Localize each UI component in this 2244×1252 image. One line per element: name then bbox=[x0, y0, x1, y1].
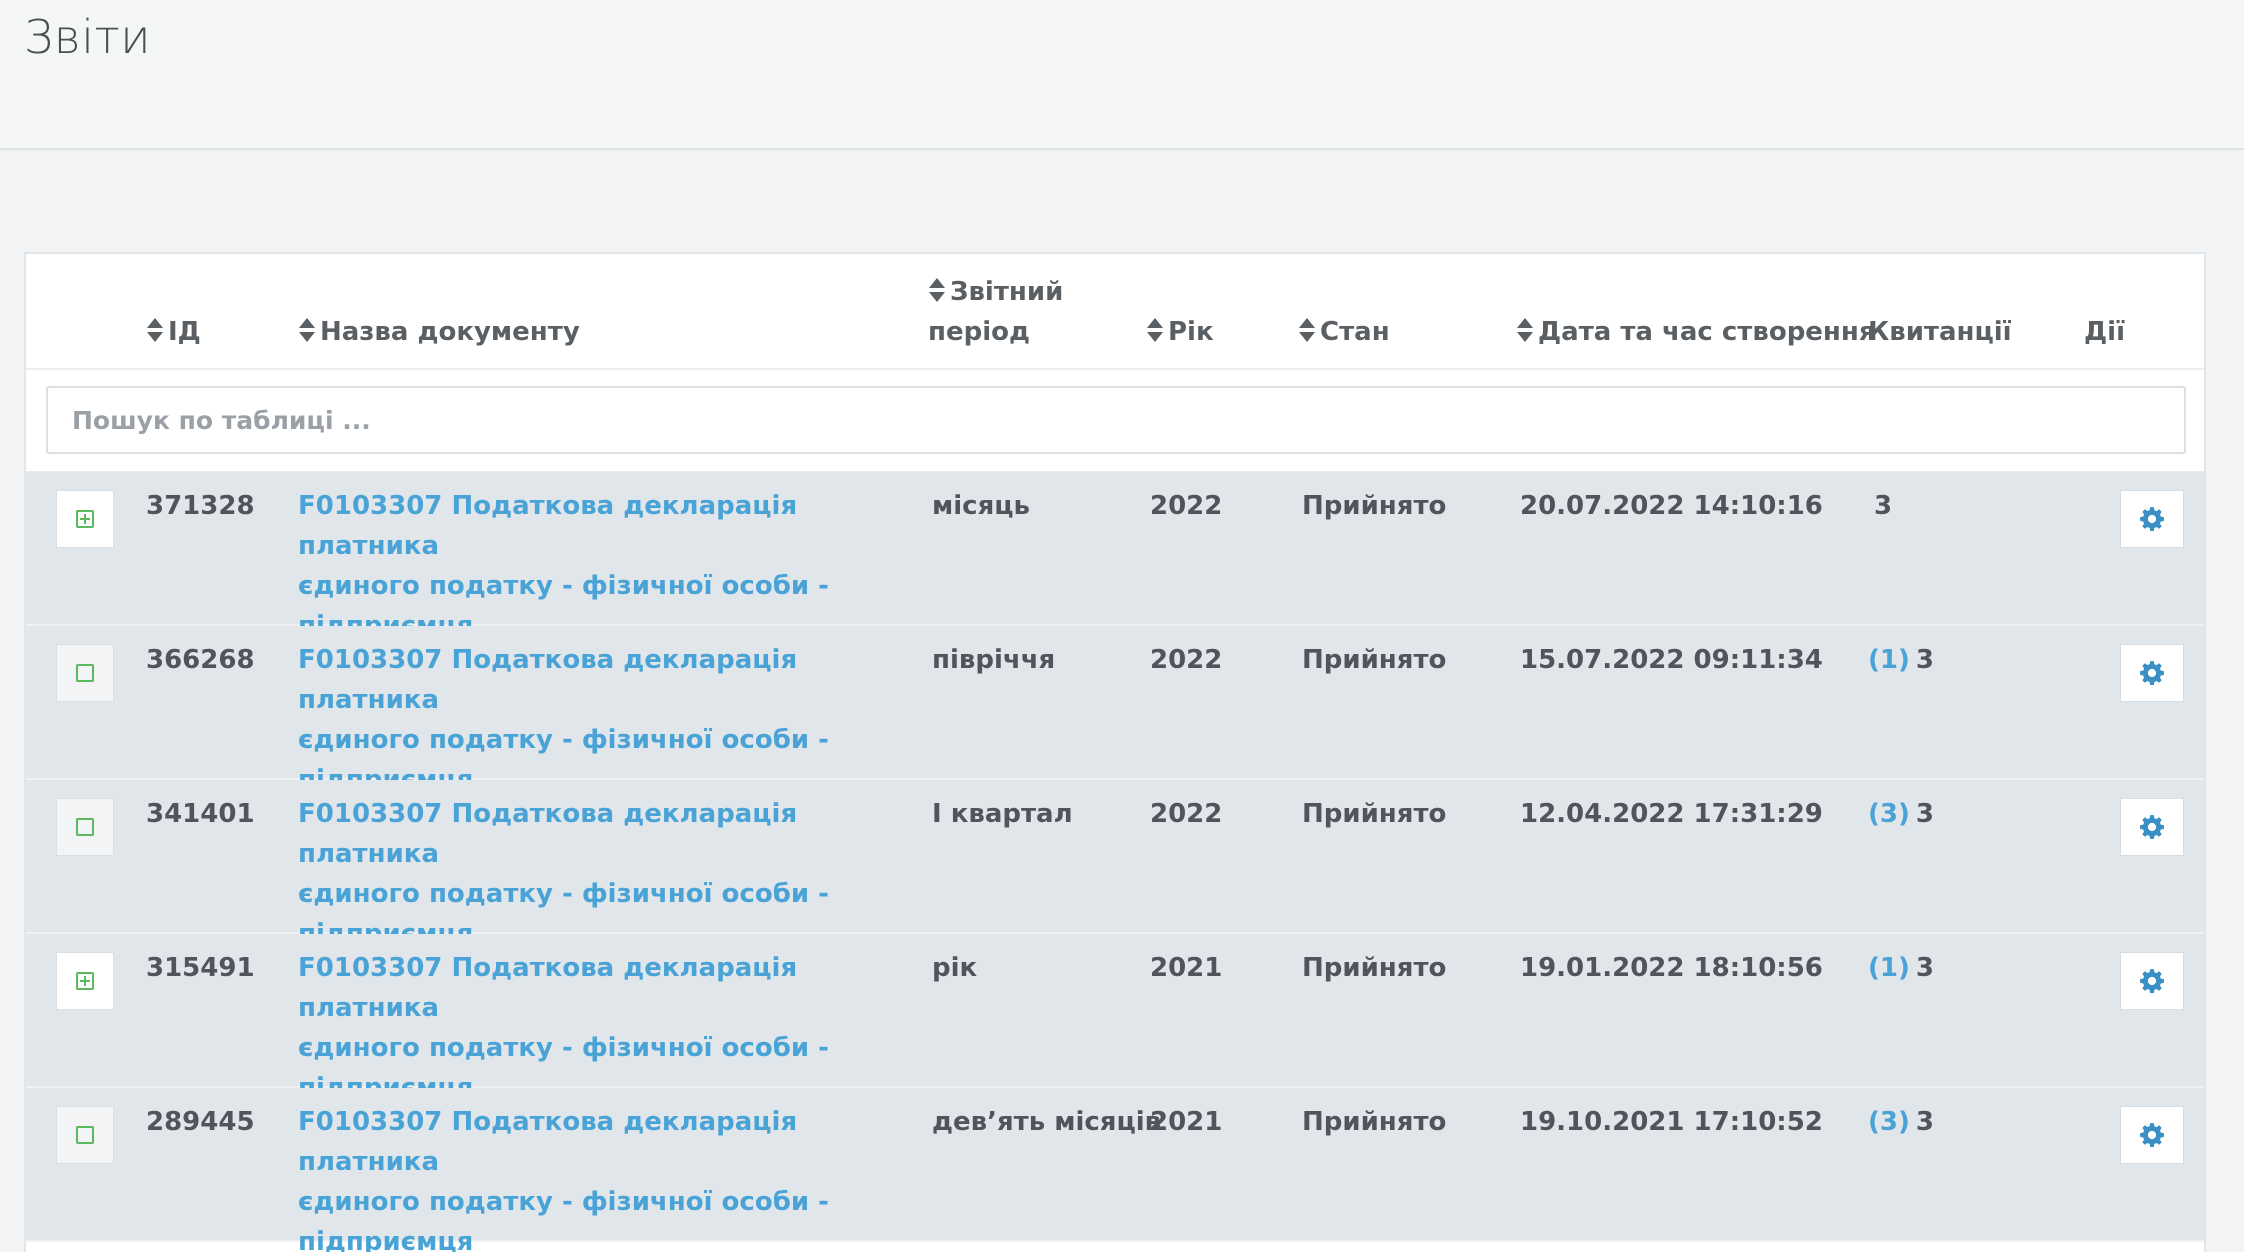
sort-icon bbox=[147, 317, 163, 342]
square-icon bbox=[76, 664, 94, 682]
receipt-link[interactable]: (1) bbox=[1868, 645, 1910, 675]
search-bar bbox=[26, 370, 2204, 472]
page-header: Звіти bbox=[0, 0, 2244, 150]
row-period: півріччя bbox=[932, 645, 1056, 675]
row-created: 19.10.2021 17:10:52 bbox=[1520, 1107, 1823, 1137]
expand-toggle[interactable] bbox=[56, 490, 114, 548]
actions-button[interactable] bbox=[2120, 644, 2184, 702]
sort-icon bbox=[1299, 317, 1315, 342]
receipt-count: 3 bbox=[1874, 491, 1893, 521]
page-title: Звіти bbox=[24, 10, 152, 64]
row-receipts: (1) 3 bbox=[1868, 948, 1934, 988]
table-search-input[interactable] bbox=[46, 386, 2186, 454]
column-label-year: Рік bbox=[1168, 317, 1214, 347]
square-icon bbox=[76, 818, 94, 836]
row-period: місяць bbox=[932, 491, 1030, 521]
column-label-created: Дата та час створення bbox=[1538, 317, 1876, 347]
gear-icon bbox=[2140, 1123, 2164, 1148]
gear-icon bbox=[2140, 969, 2164, 994]
row-status: Прийнято bbox=[1302, 1107, 1447, 1137]
column-header-year[interactable]: Рік bbox=[1146, 312, 1214, 352]
document-title-line: F0103307 Податкова декларація платника bbox=[298, 491, 798, 561]
actions-button[interactable] bbox=[2120, 490, 2184, 548]
square-icon bbox=[76, 1126, 94, 1144]
receipt-link[interactable]: (3) bbox=[1868, 799, 1910, 829]
row-receipts: (1) 3 bbox=[1868, 640, 1934, 680]
receipt-count: 3 bbox=[1915, 799, 1934, 829]
table-row: 366268 F0103307 Податкова декларація пла… bbox=[26, 626, 2204, 835]
document-link[interactable]: F0103307 Податкова декларація платника є… bbox=[298, 1102, 918, 1252]
row-id: 371328 bbox=[146, 491, 255, 521]
sort-icon bbox=[929, 277, 945, 302]
column-label-period-line1: Звітний bbox=[950, 277, 1064, 307]
table-row: 341401 F0103307 Податкова декларація пла… bbox=[26, 780, 2204, 989]
column-header-created[interactable]: Дата та час створення bbox=[1516, 312, 1876, 352]
row-status: Прийнято bbox=[1302, 953, 1447, 983]
row-receipts: (3) 3 bbox=[1868, 794, 1934, 834]
sort-icon bbox=[1517, 317, 1533, 342]
row-period: дев’ять місяців bbox=[932, 1107, 1162, 1137]
column-label-period-line2: період bbox=[928, 317, 1030, 347]
receipt-count: 3 bbox=[1915, 1107, 1934, 1137]
reports-table-panel: ІД Назва документу Звітний період Рік Ст… bbox=[24, 252, 2206, 1252]
actions-button[interactable] bbox=[2120, 1106, 2184, 1164]
expand-toggle[interactable] bbox=[56, 798, 114, 856]
row-period: І квартал bbox=[932, 799, 1073, 829]
row-created: 15.07.2022 09:11:34 bbox=[1520, 645, 1823, 675]
row-id: 289445 bbox=[146, 1107, 255, 1137]
column-header-name[interactable]: Назва документу bbox=[298, 312, 580, 352]
sort-icon bbox=[299, 317, 315, 342]
row-status: Прийнято bbox=[1302, 645, 1447, 675]
row-year: 2021 bbox=[1150, 1107, 1223, 1137]
row-year: 2022 bbox=[1150, 799, 1223, 829]
row-id: 315491 bbox=[146, 953, 255, 983]
column-header-id[interactable]: ІД bbox=[146, 312, 201, 352]
plus-square-icon bbox=[76, 510, 94, 528]
expand-toggle[interactable] bbox=[56, 1106, 114, 1164]
receipt-count: 3 bbox=[1915, 645, 1934, 675]
row-created: 19.01.2022 18:10:56 bbox=[1520, 953, 1823, 983]
row-year: 2022 bbox=[1150, 645, 1223, 675]
gear-icon bbox=[2140, 507, 2164, 532]
table-row: 371328 F0103307 Податкова декларація пла… bbox=[26, 472, 2204, 681]
column-header-actions: Дії bbox=[2084, 317, 2125, 347]
expand-toggle[interactable] bbox=[56, 644, 114, 702]
column-label-id: ІД bbox=[168, 317, 201, 347]
row-created: 12.04.2022 17:31:29 bbox=[1520, 799, 1823, 829]
receipt-count: 3 bbox=[1915, 953, 1934, 983]
actions-button[interactable] bbox=[2120, 798, 2184, 856]
column-header-receipts: Квитанції bbox=[1868, 317, 2012, 347]
receipt-link[interactable]: (1) bbox=[1868, 953, 1910, 983]
receipt-link[interactable]: (3) bbox=[1868, 1107, 1910, 1137]
row-year: 2021 bbox=[1150, 953, 1223, 983]
row-receipts: (3) 3 bbox=[1868, 1102, 1934, 1142]
gear-icon bbox=[2140, 815, 2164, 840]
row-receipts: 3 bbox=[1868, 486, 1892, 526]
column-header-period[interactable]: Звітний період bbox=[928, 272, 1063, 352]
sort-icon bbox=[1147, 317, 1163, 342]
document-title-line: F0103307 Податкова декларація платника bbox=[298, 799, 798, 869]
row-period: рік bbox=[932, 953, 978, 983]
document-title-line: F0103307 Податкова декларація платника bbox=[298, 645, 798, 715]
row-created: 20.07.2022 14:10:16 bbox=[1520, 491, 1823, 521]
actions-button[interactable] bbox=[2120, 952, 2184, 1010]
table-header: ІД Назва документу Звітний період Рік Ст… bbox=[26, 254, 2204, 370]
row-id: 366268 bbox=[146, 645, 255, 675]
plus-square-icon bbox=[76, 972, 94, 990]
row-status: Прийнято bbox=[1302, 491, 1447, 521]
row-year: 2022 bbox=[1150, 491, 1223, 521]
table-row: 315491 F0103307 Податкова декларація пла… bbox=[26, 934, 2204, 1143]
document-title-line: F0103307 Податкова декларація платника bbox=[298, 953, 798, 1023]
document-title-line: єдиного податку - фізичної особи - підпр… bbox=[298, 1187, 829, 1252]
column-label-name: Назва документу bbox=[320, 317, 580, 347]
table-body: 371328 F0103307 Податкова декларація пла… bbox=[26, 472, 2204, 1252]
row-id: 341401 bbox=[146, 799, 255, 829]
document-title-line: F0103307 Податкова декларація платника bbox=[298, 1107, 798, 1177]
table-row: 289445 F0103307 Податкова декларація пла… bbox=[26, 1088, 2204, 1252]
column-label-status: Стан bbox=[1320, 317, 1390, 347]
gear-icon bbox=[2140, 661, 2164, 686]
expand-toggle[interactable] bbox=[56, 952, 114, 1010]
row-status: Прийнято bbox=[1302, 799, 1447, 829]
column-header-status[interactable]: Стан bbox=[1298, 312, 1390, 352]
